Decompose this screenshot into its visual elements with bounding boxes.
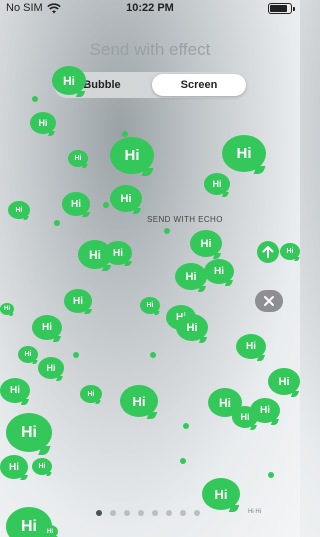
page-dot[interactable] <box>96 510 102 516</box>
echo-message-bubble: Hi <box>6 413 52 452</box>
echo-message-bubble: Hi <box>222 135 266 172</box>
echo-message-bubble: Hi <box>30 112 56 134</box>
echo-dot <box>73 352 79 358</box>
echo-dot <box>32 96 38 102</box>
echo-message-bubble: Hi <box>140 297 160 314</box>
echo-message-bubble: Hi <box>68 150 88 167</box>
echo-message-bubble: Hi <box>104 241 132 265</box>
echo-message-bubble: Hi <box>80 385 102 403</box>
echo-dot <box>150 352 156 358</box>
echo-dot <box>122 131 128 137</box>
status-time: 10:22 PM <box>126 2 174 14</box>
echo-dot <box>268 472 274 478</box>
echo-message-bubble: Hi <box>38 357 64 379</box>
echo-message-bubble: Hi <box>232 406 258 428</box>
echo-message-bubble: Hi <box>236 334 266 359</box>
echo-message-bubble: Hi <box>120 385 158 417</box>
page-dot[interactable] <box>124 510 130 516</box>
echo-dot <box>103 202 109 208</box>
page-dot[interactable] <box>138 510 144 516</box>
echo-message-bubble: Hi <box>166 305 196 330</box>
echo-message-bubble: Hi <box>110 137 154 174</box>
echo-message-bubble: Hi <box>18 346 38 363</box>
echo-message-bubble: Hi <box>8 201 30 219</box>
echo-message-bubble: Hi <box>175 263 207 290</box>
tab-bubble[interactable]: Bubble <box>54 72 150 98</box>
close-icon <box>264 296 274 306</box>
echo-message-bubble: Hi <box>78 240 112 269</box>
echo-message-bubble: Hi <box>110 185 142 212</box>
echo-message-bubble: Hi <box>190 230 222 257</box>
echo-message-bubble: Hi <box>32 315 62 340</box>
arrow-up-icon <box>262 246 274 258</box>
effect-page-indicator[interactable] <box>96 510 200 516</box>
page-dot[interactable] <box>194 510 200 516</box>
echo-message-bubble: Hi <box>280 243 300 260</box>
echo-dot <box>164 228 170 234</box>
page-dot[interactable] <box>166 510 172 516</box>
echo-message-bubble: Hi <box>268 368 300 395</box>
echo-message-bubble: Hi <box>0 303 14 315</box>
page-dot[interactable] <box>110 510 116 516</box>
echo-dot <box>180 458 186 464</box>
echo-message-bubble: Hi <box>176 314 208 341</box>
sheet-title: Send with effect <box>89 40 211 59</box>
page-indicator-label: Hi Hi <box>248 509 261 515</box>
echo-message-bubble: Hi <box>62 192 90 216</box>
echo-message-bubble: Hi <box>64 289 92 313</box>
battery-icon <box>268 3 295 14</box>
page-dot[interactable] <box>152 510 158 516</box>
effect-type-segmented-control: Bubble Screen <box>54 72 248 98</box>
echo-message-bubble: Hi <box>0 378 30 403</box>
echo-dot <box>183 423 189 429</box>
echo-message-bubble: Hi <box>0 455 28 479</box>
echo-dot <box>54 220 60 226</box>
effect-name-label: SEND WITH ECHO <box>147 215 223 224</box>
battery-level <box>270 5 288 12</box>
echo-message-bubble: Hi <box>6 507 52 537</box>
echo-message-bubble: Hi <box>204 259 234 284</box>
status-bar: No SIM 10:22 PM <box>0 0 300 16</box>
cancel-effect-button[interactable] <box>255 290 283 312</box>
echo-message-bubble: Hi <box>32 458 52 475</box>
echo-message-bubble: Hi <box>42 525 58 537</box>
echo-message-bubble: Hi <box>204 173 230 195</box>
echo-message-bubble: Hi <box>208 388 242 417</box>
send-button[interactable] <box>257 241 279 263</box>
tab-screen[interactable]: Screen <box>152 74 246 96</box>
echo-message-bubble: Hi <box>202 478 240 510</box>
page-dot[interactable] <box>180 510 186 516</box>
echo-message-bubble: Hi <box>250 398 280 423</box>
